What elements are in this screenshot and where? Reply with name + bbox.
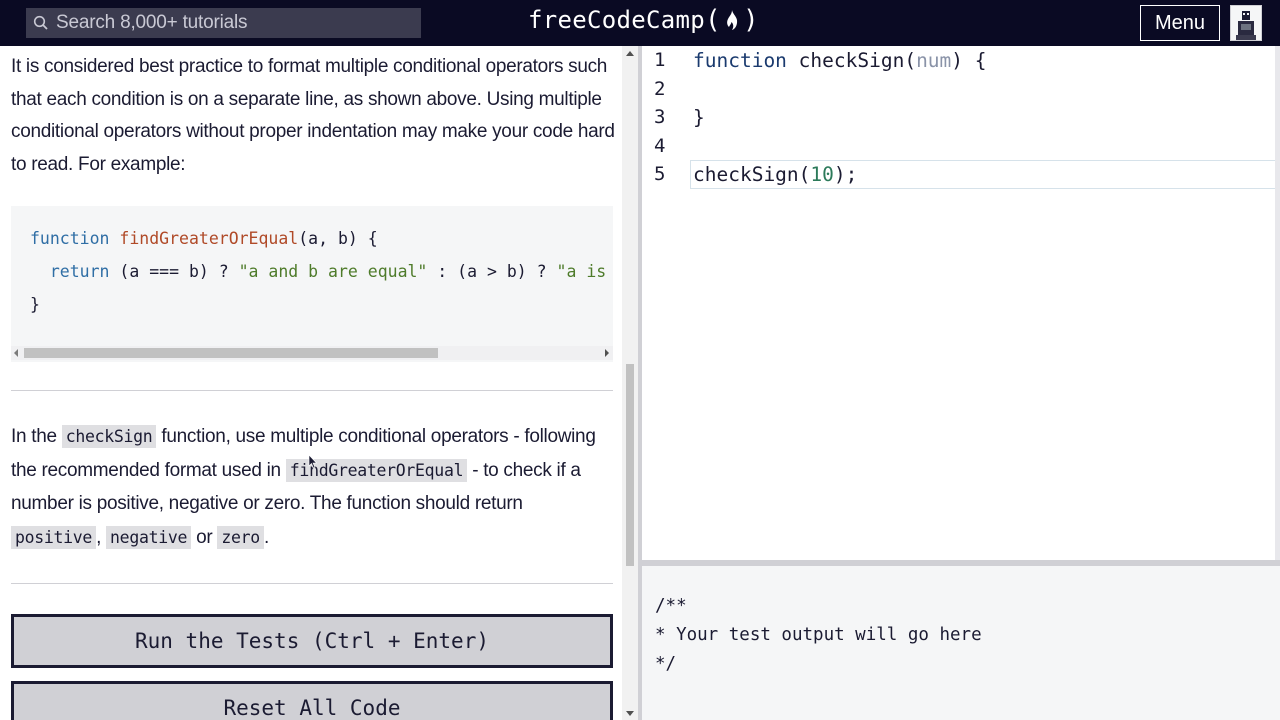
test-output-panel: /** * Your test output will go here */ xyxy=(642,566,1280,720)
reset-code-button[interactable]: Reset All Code xyxy=(11,681,613,720)
brand-paren-close: ) xyxy=(742,5,759,35)
editor-line[interactable]: 4 xyxy=(642,132,1280,161)
search-icon xyxy=(26,8,56,38)
output-line: * Your test output will go here xyxy=(655,625,982,645)
scroll-right-icon[interactable] xyxy=(605,349,609,357)
inline-code: zero xyxy=(217,525,264,549)
menu-button[interactable]: Menu xyxy=(1140,5,1220,41)
search-input[interactable]: Search 8,000+ tutorials xyxy=(56,12,248,34)
freecodecamp-logo[interactable]: freeCodeCamp ( ) xyxy=(528,5,759,35)
inline-code: checkSign xyxy=(61,425,157,448)
line-number: 1 xyxy=(654,49,666,71)
divider xyxy=(11,390,613,391)
task-paragraph: In the checkSign function, use multiple … xyxy=(11,425,596,549)
brand-paren-open: ( xyxy=(705,5,721,35)
instructions-panel: It is considered best practice to format… xyxy=(0,46,622,720)
line-number: 3 xyxy=(654,106,666,128)
example-code-line: } xyxy=(30,295,40,314)
instructions-scrollbar[interactable] xyxy=(622,46,638,720)
brand-text: freeCodeCamp xyxy=(528,6,705,34)
line-number: 4 xyxy=(654,135,666,157)
search-bar[interactable]: Search 8,000+ tutorials xyxy=(26,8,421,38)
user-avatar-icon[interactable] xyxy=(1230,5,1262,41)
line-number: 2 xyxy=(654,78,666,100)
example-code-line: return (a === b) ? "a and b are equal" :… xyxy=(49,262,607,281)
editor-line[interactable]: 2 xyxy=(642,75,1280,104)
top-navbar: Search 8,000+ tutorials freeCodeCamp ( )… xyxy=(0,0,1280,46)
inline-code: negative xyxy=(106,525,192,549)
scrollbar-thumb[interactable] xyxy=(24,348,438,358)
output-line: */ xyxy=(655,654,677,674)
editor-line[interactable]: 5 checkSign(10); xyxy=(642,160,1280,189)
scroll-down-icon[interactable] xyxy=(626,711,634,716)
code-editor[interactable]: 1 function checkSign(num) { 2 3 } 4 5 ch… xyxy=(642,46,1280,560)
editor-line[interactable]: 3 } xyxy=(642,103,1280,132)
scroll-left-icon[interactable] xyxy=(14,349,18,357)
editor-scrollbar[interactable] xyxy=(1275,46,1280,560)
output-line: /** xyxy=(655,596,687,616)
editor-line[interactable]: 1 function checkSign(num) { xyxy=(642,46,1280,75)
code-horizontal-scrollbar[interactable] xyxy=(11,346,613,360)
mouse-cursor-icon xyxy=(308,455,318,469)
divider xyxy=(11,583,613,584)
line-number: 5 xyxy=(654,163,666,185)
scroll-up-icon[interactable] xyxy=(626,51,634,56)
instructions-paragraph: It is considered best practice to format… xyxy=(11,56,615,176)
example-code-line: function findGreaterOrEqual(a, b) { xyxy=(30,229,378,248)
flame-icon xyxy=(721,6,743,34)
inline-code: positive xyxy=(11,525,97,549)
run-tests-button[interactable]: Run the Tests (Ctrl + Enter) xyxy=(11,614,613,668)
example-code-block: function findGreaterOrEqual(a, b) { retu… xyxy=(11,206,613,362)
scrollbar-thumb[interactable] xyxy=(626,364,634,566)
